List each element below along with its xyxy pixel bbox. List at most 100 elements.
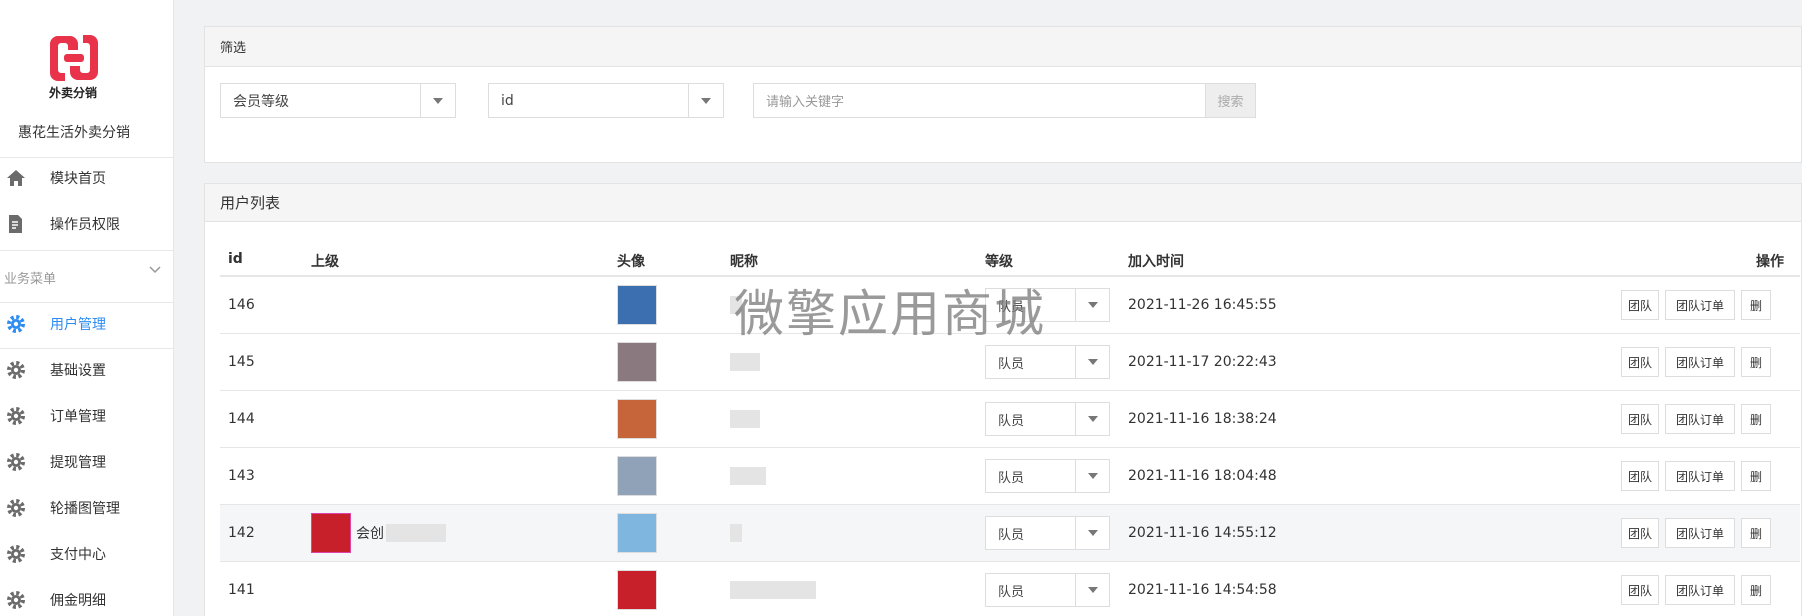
nav-label: 基础设置 (50, 363, 106, 379)
team-orders-button[interactable]: 团队订单 (1665, 290, 1735, 320)
search-field-select[interactable]: id (488, 83, 724, 118)
team-button[interactable]: 团队 (1621, 518, 1659, 548)
redacted-text (730, 467, 766, 485)
table-header: id 上级 头像 昵称 等级 加入时间 操作 (220, 242, 1800, 277)
search-button[interactable]: 搜索 (1205, 83, 1256, 118)
nav-label: 用户管理 (50, 317, 106, 333)
team-button[interactable]: 团队 (1621, 575, 1659, 605)
avatar-cell (617, 334, 657, 390)
avatar-cell (617, 562, 657, 616)
avatar-cell (617, 505, 657, 561)
level-select[interactable]: 队员 (985, 573, 1110, 607)
id-cell: 145 (228, 354, 255, 370)
team-button[interactable]: 团队 (1621, 461, 1659, 491)
table-row: 141 队员 2021-11-16 14:54:58 团队 团队订单 删 (220, 562, 1800, 616)
filter-panel: 筛选 会员等级 id 请输入关键字 搜索 (204, 26, 1802, 163)
avatar (617, 456, 657, 496)
nav-item-operator-permissions[interactable]: 操作员权限 (0, 204, 174, 244)
delete-button[interactable]: 删 (1741, 290, 1771, 320)
joined-cell: 2021-11-16 18:38:24 (1128, 411, 1277, 427)
delete-button[interactable]: 删 (1741, 518, 1771, 548)
col-level: 等级 (985, 254, 1013, 270)
nav-item-user-management[interactable]: 用户管理 (0, 304, 174, 344)
avatar-cell (617, 448, 657, 504)
gear-icon (5, 497, 27, 519)
shop-name: 惠花生活外卖分销 (18, 125, 130, 141)
nav-item-commission-details[interactable]: 佣金明细 (0, 580, 174, 616)
table-row: 142 会创 队员 2021-11-16 14:55:12 团队 团队订单 删 (220, 505, 1800, 562)
select-value: id (501, 92, 514, 109)
select-value: 队员 (998, 527, 1025, 543)
gear-icon (5, 405, 27, 427)
avatar (617, 570, 657, 610)
nickname-cell (730, 562, 816, 616)
delete-button[interactable]: 删 (1741, 461, 1771, 491)
team-orders-button[interactable]: 团队订单 (1665, 404, 1735, 434)
level-cell: 队员 (985, 505, 1110, 561)
nav-label: 订单管理 (50, 409, 106, 425)
delete-button[interactable]: 删 (1741, 404, 1771, 434)
chevron-down-icon (688, 84, 723, 117)
nav-item-payment-center[interactable]: 支付中心 (0, 534, 174, 574)
level-select[interactable]: 队员 (985, 459, 1110, 493)
divider (0, 302, 174, 303)
filter-title: 筛选 (205, 27, 1801, 67)
document-edit-icon (5, 213, 27, 235)
level-cell: 队员 (985, 391, 1110, 447)
avatar (617, 342, 657, 382)
nav-item-withdrawal-management[interactable]: 提现管理 (0, 442, 174, 482)
nav-item-carousel-management[interactable]: 轮播图管理 (0, 488, 174, 528)
search-input[interactable]: 请输入关键字 (753, 83, 1206, 118)
joined-cell: 2021-11-16 14:55:12 (1128, 525, 1277, 541)
delete-button[interactable]: 删 (1741, 347, 1771, 377)
select-value: 会员等级 (233, 93, 289, 110)
nav-label: 支付中心 (50, 547, 106, 563)
ops-cell: 团队 团队订单 删 (1615, 277, 1771, 333)
parent-avatar (311, 513, 351, 553)
team-button[interactable]: 团队 (1621, 404, 1659, 434)
joined-cell: 2021-11-16 14:54:58 (1128, 582, 1277, 598)
user-list-panel: 用户列表 id 上级 头像 昵称 等级 加入时间 操作 146 队员 2021-… (204, 183, 1802, 616)
level-select[interactable]: 队员 (985, 516, 1110, 550)
nav-item-order-management[interactable]: 订单管理 (0, 396, 174, 436)
gear-icon (5, 543, 27, 565)
chevron-down-icon (1075, 574, 1109, 606)
chevron-down-icon (1075, 403, 1109, 435)
avatar (617, 399, 657, 439)
select-value: 队员 (998, 356, 1025, 372)
nav-item-basic-settings[interactable]: 基础设置 (0, 350, 174, 390)
redacted-text (730, 410, 760, 428)
gear-icon (5, 313, 27, 335)
redacted-text (730, 581, 816, 599)
member-level-select[interactable]: 会员等级 (220, 83, 456, 118)
team-orders-button[interactable]: 团队订单 (1665, 461, 1735, 491)
chevron-down-icon (1075, 346, 1109, 378)
team-button[interactable]: 团队 (1621, 347, 1659, 377)
gear-icon (5, 451, 27, 473)
id-cell: 146 (228, 297, 255, 313)
team-orders-button[interactable]: 团队订单 (1665, 518, 1735, 548)
team-orders-button[interactable]: 团队订单 (1665, 347, 1735, 377)
chevron-down-icon[interactable] (148, 263, 162, 277)
id-cell: 141 (228, 582, 255, 598)
redacted-text (730, 353, 760, 371)
level-select[interactable]: 队员 (985, 345, 1110, 379)
menu-group-title: 业务菜单 (4, 272, 57, 287)
chevron-down-icon (1075, 460, 1109, 492)
joined-cell: 2021-11-17 20:22:43 (1128, 354, 1277, 370)
level-select[interactable]: 队员 (985, 402, 1110, 436)
team-orders-button[interactable]: 团队订单 (1665, 575, 1735, 605)
team-button[interactable]: 团队 (1621, 290, 1659, 320)
sidebar: 外卖分销 惠花生活外卖分销 模块首页 操作员权限 业务菜单 用户管理 基础设置 … (0, 0, 174, 616)
nav-item-home[interactable]: 模块首页 (0, 158, 174, 198)
brand-logo-text: 外卖分销 (48, 86, 97, 100)
home-icon (5, 167, 27, 189)
delete-button[interactable]: 删 (1741, 575, 1771, 605)
nav-label: 佣金明细 (50, 593, 106, 609)
chevron-down-icon (1075, 517, 1109, 549)
col-joined: 加入时间 (1128, 254, 1184, 270)
col-id: id (228, 251, 243, 267)
table-row: 144 队员 2021-11-16 18:38:24 团队 团队订单 删 (220, 391, 1800, 448)
ops-cell: 团队 团队订单 删 (1615, 334, 1771, 390)
col-nickname: 昵称 (730, 254, 758, 270)
